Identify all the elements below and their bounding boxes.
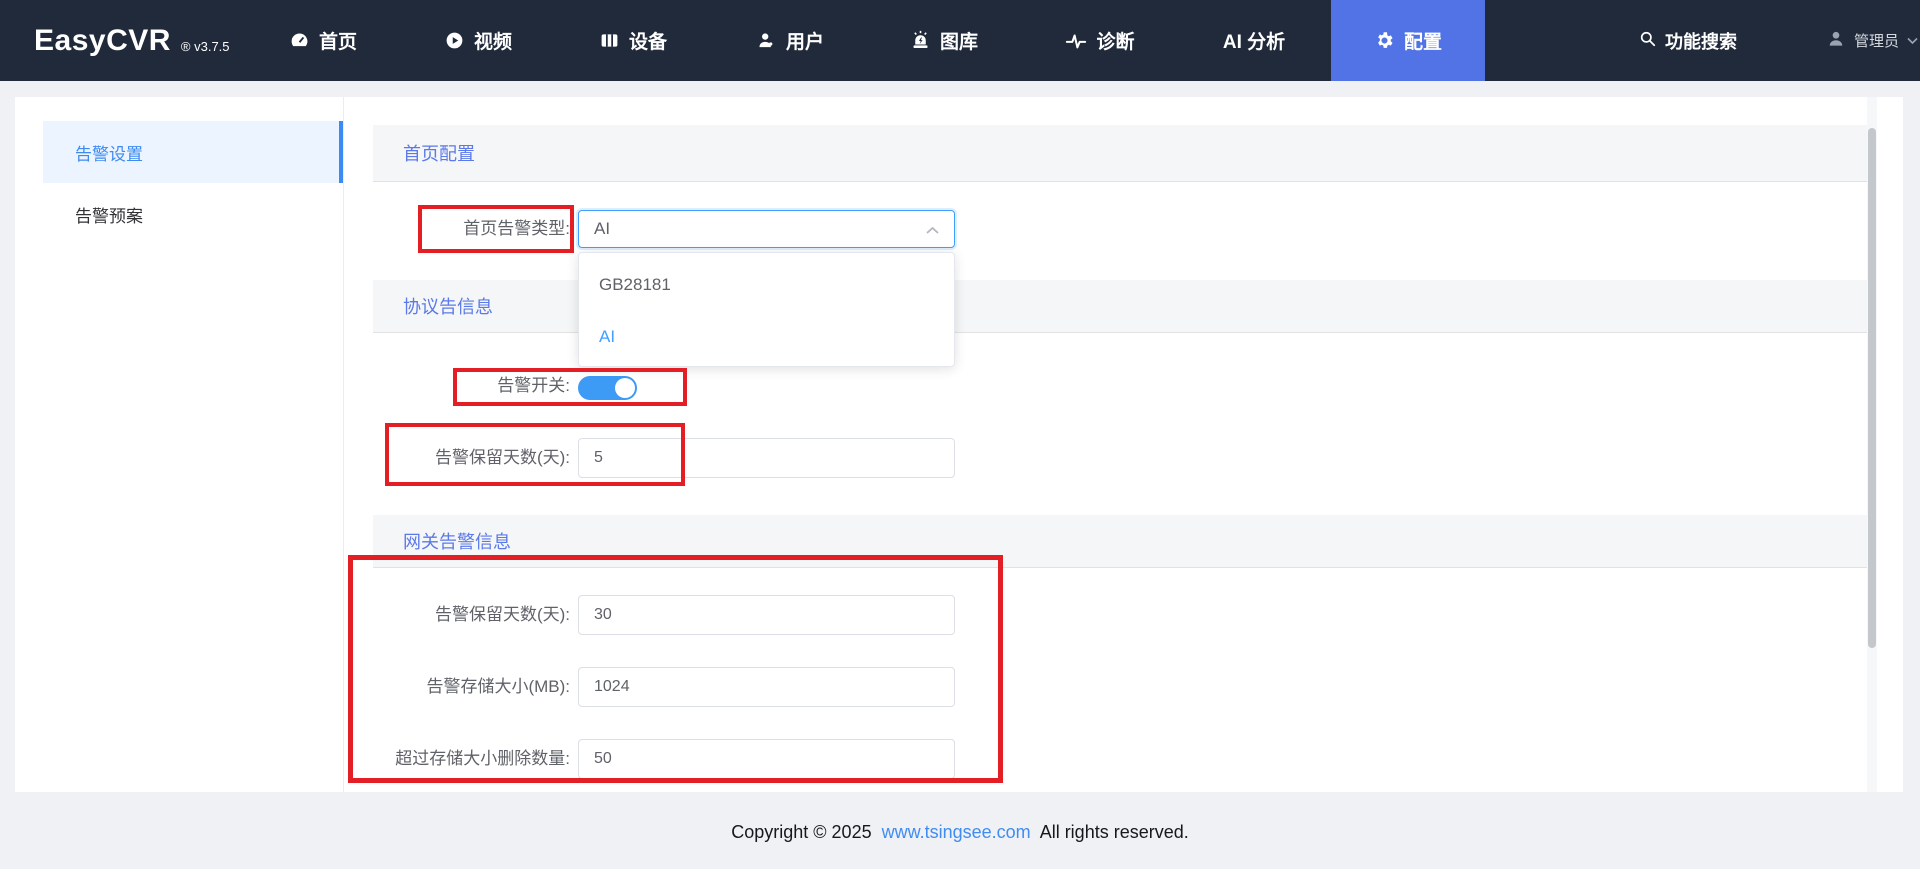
user-icon: [756, 30, 777, 51]
function-search[interactable]: 功能搜索: [1638, 0, 1737, 81]
nav-item-home[interactable]: 首页: [246, 0, 400, 81]
admin-menu[interactable]: 管理员: [1826, 0, 1918, 81]
nav-item-label: 设备: [628, 32, 667, 53]
device-icon: [599, 30, 620, 51]
annotation-box-home-alarm-type: [418, 205, 574, 253]
nav-item-device[interactable]: 设备: [556, 0, 710, 81]
nav-item-label: 视频: [473, 32, 512, 53]
nav-item-user[interactable]: 用户: [713, 0, 867, 81]
copyright-text: Copyright © 2025: [731, 822, 872, 842]
nav-item-label: 诊断: [1096, 32, 1135, 53]
sidebar-item-alarm-settings[interactable]: 告警设置: [43, 121, 343, 183]
annotation-box-retention-days: [385, 423, 685, 486]
app-version: ® v3.7.5: [180, 39, 230, 54]
home-alarm-type-dropdown: GB28181 AI: [578, 252, 955, 367]
dropdown-option-gb28181[interactable]: GB28181: [579, 259, 954, 311]
chevron-down-icon: [1907, 32, 1918, 49]
dropdown-option-ai[interactable]: AI: [579, 311, 954, 363]
nav-item-label: 用户: [785, 32, 824, 53]
nav-item-label: 首页: [318, 32, 357, 53]
scrollbar-thumb[interactable]: [1868, 128, 1876, 648]
footer: Copyright © 2025 www.tsingsee.com All ri…: [0, 822, 1920, 843]
nav-item-label: 图库: [939, 32, 978, 53]
admin-label: 管理员: [1854, 33, 1900, 50]
nav-item-gallery[interactable]: 图库: [867, 0, 1021, 81]
chevron-up-icon: [926, 219, 939, 239]
nav-item-ai-analysis[interactable]: AI 分析: [1177, 0, 1331, 81]
nav-item-diagnosis[interactable]: 诊断: [1023, 0, 1177, 81]
top-nav: EasyCVR ® v3.7.5 首页 视频 设备 用户 图库 诊断 AI 分析…: [0, 0, 1920, 81]
gear-icon: [1374, 30, 1395, 51]
app-name: EasyCVR: [34, 23, 171, 57]
section-title-home-config: 首页配置: [373, 125, 1867, 182]
function-search-label: 功能搜索: [1665, 31, 1737, 52]
sidebar-item-label: 告警预案: [75, 206, 143, 226]
nav-item-video[interactable]: 视频: [401, 0, 555, 81]
dashboard-icon: [289, 30, 310, 51]
home-alarm-type-value: AI: [594, 219, 611, 238]
home-alarm-type-select[interactable]: AI: [578, 210, 955, 248]
logo[interactable]: EasyCVR ® v3.7.5: [34, 0, 230, 81]
sidebar-item-label: 告警设置: [75, 144, 143, 164]
rights-text: All rights reserved.: [1039, 822, 1189, 842]
nav-item-label: AI 分析: [1222, 32, 1286, 53]
nav-item-config[interactable]: 配置: [1331, 0, 1485, 81]
nav-item-label: 配置: [1403, 32, 1442, 53]
sidebar-item-alarm-plan[interactable]: 告警预案: [43, 183, 343, 245]
diagnosis-icon: [1065, 30, 1087, 52]
annotation-box-alarm-switch: [453, 368, 687, 406]
video-icon: [444, 30, 465, 51]
content-card: 告警设置 告警预案 首页配置 协议告信息 网关告警信息 首页告警类型: AI G…: [15, 97, 1903, 792]
search-icon: [1638, 29, 1657, 53]
person-icon: [1826, 29, 1846, 53]
annotation-box-gateway-section: [348, 555, 1003, 783]
alarm-lamp-icon: [910, 30, 931, 51]
tsingsee-link[interactable]: www.tsingsee.com: [882, 822, 1031, 842]
